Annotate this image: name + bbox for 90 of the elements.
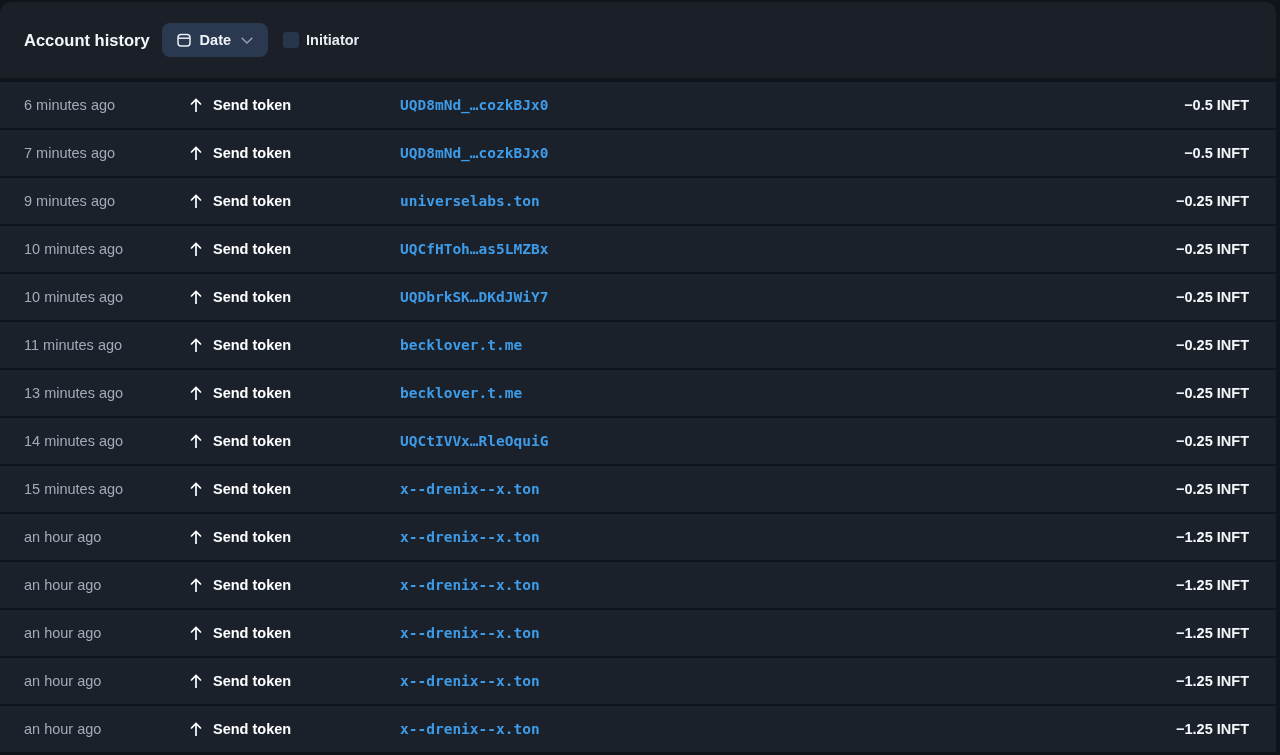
amount-text: −0.25 INFT: [1176, 289, 1249, 305]
checkbox[interactable]: [283, 32, 300, 48]
amount-text: −1.25 INFT: [1176, 529, 1249, 545]
address-link[interactable]: x--drenix--x.ton: [400, 577, 540, 593]
address-link[interactable]: universelabs.ton: [400, 193, 540, 209]
action-text: Send token: [213, 241, 292, 257]
arrow-up-icon: [190, 194, 202, 208]
arrow-up-icon: [190, 482, 202, 496]
history-row[interactable]: 10 minutes ago Send token UQDbrkSK…DKdJWiY7 −0.25 INFT: [0, 274, 1276, 320]
action-text: Send token: [213, 433, 292, 449]
action-text: Send token: [213, 577, 292, 593]
action-text: Send token: [213, 289, 292, 305]
time-text: 6 minutes ago: [24, 97, 117, 113]
amount-text: −0.25 INFT: [1176, 385, 1249, 401]
amount-text: −1.25 INFT: [1176, 625, 1249, 641]
amount-text: −1.25 INFT: [1176, 673, 1249, 689]
arrow-up-icon: [190, 98, 202, 112]
address-link[interactable]: UQD8mNd_…cozkBJx0: [400, 145, 549, 161]
history-row[interactable]: an hour ago Send token x--drenix--x.ton −1.25 INFT: [0, 658, 1276, 704]
address-link[interactable]: x--drenix--x.ton: [400, 625, 540, 641]
arrow-up-icon: [190, 722, 202, 736]
time-text: an hour ago: [24, 721, 103, 737]
address-link[interactable]: becklover.t.me: [400, 385, 523, 401]
arrow-up-icon: [190, 242, 202, 256]
action-text: Send token: [213, 145, 292, 161]
time-text: 9 minutes ago: [24, 193, 117, 209]
history-row[interactable]: 9 minutes ago Send token universelabs.ton −0.25 INFT: [0, 178, 1276, 224]
address-link[interactable]: becklover.t.me: [400, 337, 523, 353]
amount-text: −0.25 INFT: [1176, 433, 1249, 449]
action-text: Send token: [213, 673, 292, 689]
amount-text: −0.25 INFT: [1176, 193, 1249, 209]
history-row[interactable]: an hour ago Send token x--drenix--x.ton −1.25 INFT: [0, 706, 1276, 752]
action-text: Send token: [213, 385, 292, 401]
amount-text: −0.5 INFT: [1184, 145, 1249, 161]
amount-text: −0.5 INFT: [1184, 97, 1249, 113]
address-link[interactable]: UQCtIVVx…RleOquiG: [400, 433, 549, 449]
history-row[interactable]: 11 minutes ago Send token becklover.t.me −0.25 INFT: [0, 322, 1276, 368]
address-link[interactable]: x--drenix--x.ton: [400, 673, 540, 689]
arrow-up-icon: [190, 290, 202, 304]
action-text: Send token: [213, 193, 292, 209]
time-text: an hour ago: [24, 673, 103, 689]
history-row[interactable]: an hour ago Send token x--drenix--x.ton −1.25 INFT: [0, 514, 1276, 560]
arrow-up-icon: [190, 530, 202, 544]
history-row[interactable]: 7 minutes ago Send token UQD8mNd_…cozkBJx0 −0.5 INFT: [0, 130, 1276, 176]
time-text: 13 minutes ago: [24, 385, 125, 401]
address-link[interactable]: UQCfHToh…as5LMZBx: [400, 241, 549, 257]
action-text: Send token: [213, 97, 292, 113]
amount-text: −1.25 INFT: [1176, 577, 1249, 593]
time-text: 10 minutes ago: [24, 289, 125, 305]
arrow-up-icon: [190, 386, 202, 400]
time-text: 10 minutes ago: [24, 241, 125, 257]
arrow-up-icon: [190, 434, 202, 448]
amount-text: −0.25 INFT: [1176, 337, 1249, 353]
time-text: an hour ago: [24, 625, 103, 641]
address-link[interactable]: UQD8mNd_…cozkBJx0: [400, 97, 549, 113]
address-link[interactable]: x--drenix--x.ton: [400, 529, 540, 545]
action-text: Send token: [213, 337, 292, 353]
arrow-up-icon: [190, 338, 202, 352]
arrow-up-icon: [190, 578, 202, 592]
time-text: 7 minutes ago: [24, 145, 117, 161]
time-text: 11 minutes ago: [24, 337, 124, 353]
address-link[interactable]: UQDbrkSK…DKdJWiY7: [400, 289, 549, 305]
arrow-up-icon: [190, 626, 202, 640]
action-text: Send token: [213, 721, 292, 737]
calendar-icon: [176, 33, 191, 47]
history-row[interactable]: 6 minutes ago Send token UQD8mNd_…cozkBJx0 −0.5 INFT: [0, 82, 1276, 128]
arrow-up-icon: [190, 146, 202, 160]
time-text: an hour ago: [24, 577, 103, 593]
history-row[interactable]: 10 minutes ago Send token UQCfHToh…as5LMZBx −0.25 INFT: [0, 226, 1276, 272]
history-row[interactable]: 14 minutes ago Send token UQCtIVVx…RleOquiG −0.25 INFT: [0, 418, 1276, 464]
action-text: Send token: [213, 529, 292, 545]
address-link[interactable]: x--drenix--x.ton: [400, 721, 540, 737]
action-text: Send token: [213, 481, 292, 497]
amount-text: −1.25 INFT: [1176, 721, 1249, 737]
time-text: 15 minutes ago: [24, 481, 125, 497]
time-text: 14 minutes ago: [24, 433, 125, 449]
history-row[interactable]: an hour ago Send token x--drenix--x.ton −1.25 INFT: [0, 562, 1276, 608]
arrow-up-icon: [190, 674, 202, 688]
page-title: Account history: [24, 30, 150, 50]
action-text: Send token: [213, 625, 292, 641]
date-filter-button[interactable]: Date: [161, 23, 269, 57]
checkbox-label[interactable]: Initiator: [306, 32, 360, 48]
chevron-down-icon: [241, 36, 254, 44]
history-row[interactable]: 13 minutes ago Send token becklover.t.me −0.25 INFT: [0, 370, 1276, 416]
time-text: an hour ago: [24, 529, 103, 545]
address-link[interactable]: x--drenix--x.ton: [400, 481, 540, 497]
history-row[interactable]: 15 minutes ago Send token x--drenix--x.ton −0.25 INFT: [0, 466, 1276, 512]
amount-text: −0.25 INFT: [1176, 481, 1249, 497]
history-row[interactable]: an hour ago Send token x--drenix--x.ton −1.25 INFT: [0, 610, 1276, 656]
amount-text: −0.25 INFT: [1176, 241, 1249, 257]
